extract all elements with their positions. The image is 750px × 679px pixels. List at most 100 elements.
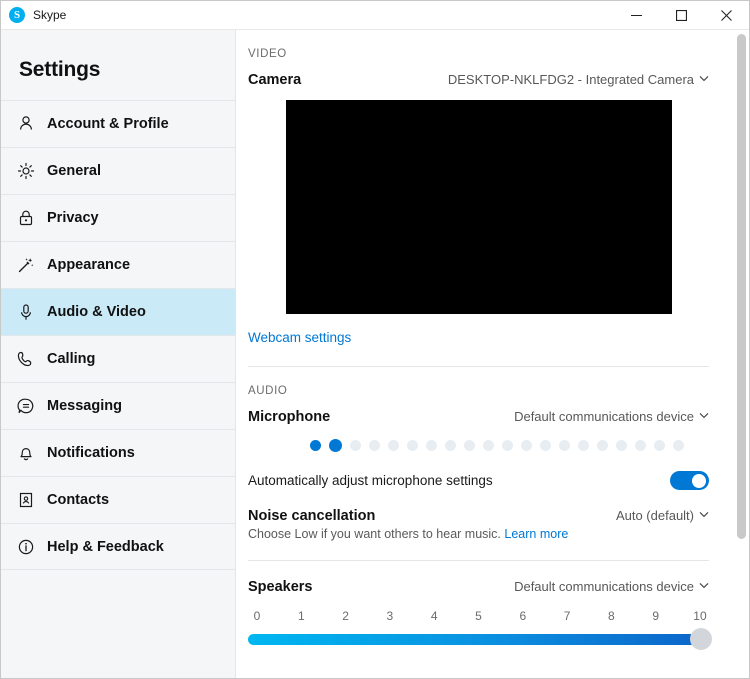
speaker-tick-label: 0 bbox=[253, 609, 261, 623]
speaker-tick-label: 7 bbox=[563, 609, 571, 623]
speaker-tick-label: 1 bbox=[297, 609, 305, 623]
title-bar: S Skype bbox=[1, 1, 749, 30]
mic-level-dot bbox=[616, 440, 627, 451]
camera-preview bbox=[285, 100, 672, 314]
maximize-button[interactable] bbox=[659, 1, 704, 30]
sidebar-item-label: Account & Profile bbox=[47, 116, 169, 132]
sidebar-item-messaging[interactable]: Messaging bbox=[1, 382, 235, 429]
speaker-tick-label: 3 bbox=[386, 609, 394, 623]
close-button[interactable] bbox=[704, 1, 749, 30]
microphone-label: Microphone bbox=[248, 409, 331, 425]
magic-wand-icon bbox=[15, 254, 37, 276]
mic-level-dot bbox=[654, 440, 665, 451]
noise-cancellation-select-value: Auto (default) bbox=[615, 508, 694, 523]
speaker-tick-label: 6 bbox=[519, 609, 527, 623]
auto-adjust-microphone-toggle[interactable] bbox=[670, 471, 709, 490]
audio-section-header: AUDIO bbox=[248, 385, 288, 397]
mic-level-dot bbox=[445, 440, 456, 451]
sidebar-item-label: Notifications bbox=[47, 445, 135, 461]
mic-level-dot bbox=[559, 440, 570, 451]
microphone-level-meter bbox=[248, 439, 709, 452]
skype-logo-letter: S bbox=[13, 8, 21, 21]
microphone-icon bbox=[15, 301, 37, 323]
mic-level-dot bbox=[483, 440, 494, 451]
mic-level-dot bbox=[369, 440, 380, 451]
speakers-select-value: Default communications device bbox=[514, 579, 694, 594]
lock-icon bbox=[15, 207, 37, 229]
noise-cancellation-hint-text: Choose Low if you want others to hear mu… bbox=[248, 527, 501, 541]
scrollbar-thumb[interactable] bbox=[737, 34, 746, 539]
settings-sidebar: Settings Account & Profile General Priva… bbox=[1, 30, 236, 678]
camera-label: Camera bbox=[248, 72, 302, 88]
microphone-select-value: Default communications device bbox=[514, 409, 694, 424]
chevron-down-icon bbox=[699, 581, 709, 592]
speaker-volume-slider[interactable] bbox=[248, 628, 712, 650]
phone-icon bbox=[15, 348, 37, 370]
mic-level-dot bbox=[635, 440, 646, 451]
noise-speakers-divider bbox=[248, 560, 709, 561]
auto-adjust-microphone-label: Automatically adjust microphone settings bbox=[248, 473, 493, 488]
sidebar-item-label: Calling bbox=[47, 351, 96, 367]
chat-bubble-icon bbox=[15, 395, 37, 417]
sidebar-item-label: Audio & Video bbox=[47, 304, 146, 320]
sidebar-item-label: Contacts bbox=[47, 492, 110, 508]
speakers-select[interactable]: Default communications device bbox=[514, 579, 709, 594]
chevron-down-icon bbox=[699, 411, 709, 422]
bell-icon bbox=[15, 442, 37, 464]
window-controls bbox=[614, 1, 749, 30]
speaker-tick-label: 4 bbox=[430, 609, 438, 623]
minimize-icon bbox=[631, 15, 642, 16]
sidebar-item-label: General bbox=[47, 163, 101, 179]
noise-cancellation-label: Noise cancellation bbox=[248, 508, 376, 524]
webcam-settings-link[interactable]: Webcam settings bbox=[248, 330, 351, 345]
sidebar-item-general[interactable]: General bbox=[1, 147, 235, 194]
microphone-row: Microphone Default communications device bbox=[248, 409, 709, 425]
learn-more-link[interactable]: Learn more bbox=[504, 527, 568, 541]
toggle-knob bbox=[692, 473, 706, 488]
minimize-button[interactable] bbox=[614, 1, 659, 30]
chevron-down-icon bbox=[699, 74, 709, 85]
slider-thumb[interactable] bbox=[690, 628, 712, 650]
mic-level-dot bbox=[578, 440, 589, 451]
sidebar-item-help-feedback[interactable]: Help & Feedback bbox=[1, 523, 235, 570]
camera-row: Camera DESKTOP-NKLFDG2 - Integrated Came… bbox=[248, 72, 709, 88]
speaker-tick-label: 10 bbox=[693, 609, 707, 623]
sidebar-item-privacy[interactable]: Privacy bbox=[1, 194, 235, 241]
speaker-tick-label: 8 bbox=[608, 609, 615, 623]
mic-level-dot bbox=[388, 440, 399, 451]
contacts-book-icon bbox=[15, 489, 37, 511]
noise-cancellation-hint: Choose Low if you want others to hear mu… bbox=[248, 527, 709, 541]
sidebar-item-notifications[interactable]: Notifications bbox=[1, 429, 235, 476]
page-title: Settings bbox=[19, 58, 101, 81]
video-section-header: VIDEO bbox=[248, 48, 287, 60]
speaker-tick-label: 9 bbox=[652, 609, 660, 623]
slider-track bbox=[248, 633, 709, 645]
mic-level-dot bbox=[310, 440, 321, 451]
sidebar-item-appearance[interactable]: Appearance bbox=[1, 241, 235, 288]
sidebar-item-calling[interactable]: Calling bbox=[1, 335, 235, 382]
mic-level-dot bbox=[464, 440, 475, 451]
noise-cancellation-row: Noise cancellation Auto (default) bbox=[248, 508, 709, 524]
mic-level-dot bbox=[350, 440, 361, 451]
speakers-row: Speakers Default communications device bbox=[248, 579, 709, 595]
sidebar-item-label: Appearance bbox=[47, 257, 131, 273]
window-title: Skype bbox=[33, 8, 67, 22]
chevron-down-icon bbox=[699, 510, 709, 521]
mic-level-dot bbox=[597, 440, 608, 451]
mic-level-dot bbox=[426, 440, 437, 451]
camera-select-value: DESKTOP-NKLFDG2 - Integrated Camera bbox=[447, 72, 694, 87]
microphone-select[interactable]: Default communications device bbox=[514, 409, 709, 424]
skype-settings-window: S Skype Settings Account & Profile Gener… bbox=[0, 0, 750, 679]
camera-select[interactable]: DESKTOP-NKLFDG2 - Integrated Camera bbox=[448, 72, 709, 87]
auto-adjust-microphone-row: Automatically adjust microphone settings bbox=[248, 471, 709, 490]
maximize-icon bbox=[676, 10, 687, 21]
sidebar-item-contacts[interactable]: Contacts bbox=[1, 476, 235, 523]
noise-cancellation-select[interactable]: Auto (default) bbox=[616, 508, 709, 523]
sidebar-item-account-profile[interactable]: Account & Profile bbox=[1, 100, 235, 147]
close-icon bbox=[721, 10, 732, 21]
content-scrollbar[interactable] bbox=[736, 30, 747, 678]
mic-level-dot bbox=[407, 440, 418, 451]
info-circle-icon bbox=[15, 536, 37, 558]
sidebar-item-label: Help & Feedback bbox=[47, 538, 164, 555]
sidebar-item-audio-video[interactable]: Audio & Video bbox=[1, 288, 235, 335]
